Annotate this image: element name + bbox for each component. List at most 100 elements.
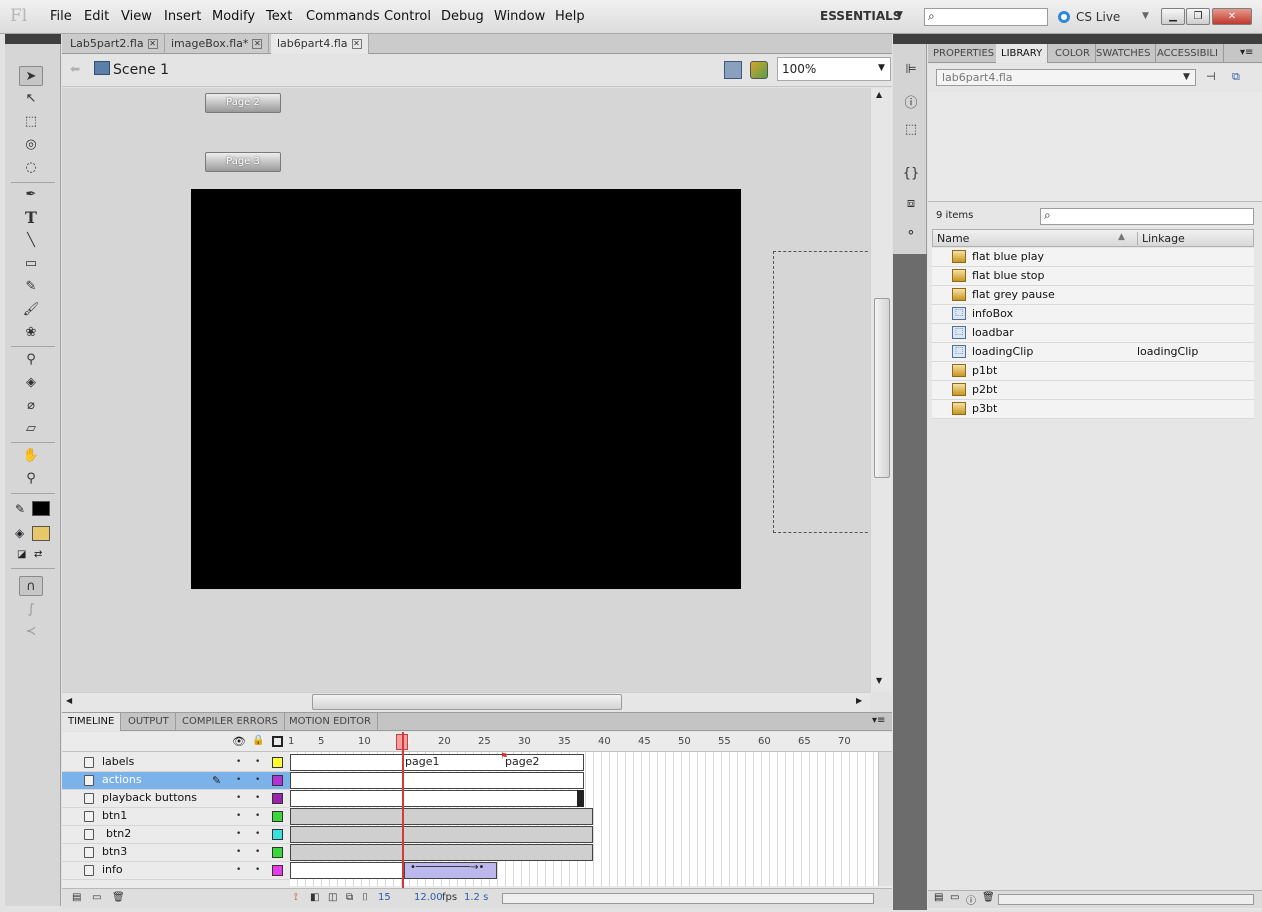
back-arrow-icon[interactable]: ⬅ <box>70 62 80 76</box>
menu-text[interactable]: Text <box>266 9 292 24</box>
outline-icon[interactable] <box>272 736 283 747</box>
tab-color[interactable]: COLOR <box>1050 44 1096 63</box>
layer-color-swatch[interactable] <box>272 865 283 876</box>
menu-control[interactable]: Control <box>384 9 431 24</box>
frame-span[interactable] <box>290 790 584 807</box>
fill-color-swatch[interactable] <box>32 526 50 541</box>
eyedropper-tool-icon[interactable]: ⌀ <box>19 396 43 416</box>
zoom-tool-icon[interactable]: ⚲ <box>19 469 43 489</box>
tab-output[interactable]: OUTPUT <box>122 713 176 731</box>
page2-button-instance[interactable]: Page 2 <box>205 93 281 113</box>
lock-dot[interactable]: • <box>255 847 260 857</box>
lock-dot[interactable]: • <box>255 757 260 767</box>
stage-horizontal-scrollbar[interactable]: ◀ ▶ <box>62 692 870 712</box>
frame-span[interactable] <box>290 844 593 861</box>
snap-to-objects-icon[interactable]: ∩ <box>19 576 43 596</box>
library-item[interactable]: ⬚ loadingClip loadingClip <box>932 343 1254 362</box>
doc-tab-lab6part4[interactable]: lab6part4.fla ✕ <box>271 34 369 54</box>
tab-accessibility[interactable]: ACCESSIBILI <box>1152 44 1224 63</box>
transform-icon[interactable]: ⬚ <box>902 122 920 140</box>
selection-tool-icon[interactable]: ➤ <box>19 66 43 86</box>
lock-dot[interactable]: • <box>255 829 260 839</box>
subselection-tool-icon[interactable]: ↖ <box>19 89 43 109</box>
tab-motion-editor[interactable]: MOTION EDITOR <box>283 713 378 731</box>
library-item[interactable]: flat blue stop <box>932 267 1254 286</box>
swap-colors-icon[interactable]: ⇄ <box>34 549 42 560</box>
layer-color-swatch[interactable] <box>272 811 283 822</box>
bone-tool-icon[interactable]: ⚲ <box>19 350 43 370</box>
chevron-down-icon[interactable]: ▼ <box>1142 11 1149 21</box>
cs-live-icon[interactable] <box>1058 11 1070 23</box>
menu-commands[interactable]: Commands <box>306 9 380 24</box>
scroll-right-icon[interactable]: ▶ <box>856 696 862 705</box>
chevron-down-icon[interactable]: ▼ <box>878 63 885 73</box>
frame-rate[interactable]: 12.00 <box>414 892 443 903</box>
stage[interactable] <box>191 189 741 589</box>
tab-properties[interactable]: PROPERTIES <box>928 44 1001 63</box>
menu-insert[interactable]: Insert <box>164 9 201 24</box>
tab-library[interactable]: LIBRARY <box>996 44 1049 63</box>
free-transform-tool-icon[interactable]: ⬚ <box>19 112 43 132</box>
doc-tab-imagebox[interactable]: imageBox.fla* ✕ <box>165 34 270 54</box>
pencil-tool-icon[interactable]: ✎ <box>19 277 43 297</box>
doc-tab-lab5part2[interactable]: Lab5part2.fla ✕ <box>64 34 165 54</box>
frame-span[interactable] <box>290 772 584 789</box>
pasteboard[interactable]: Page 2 Page 3 <box>62 88 873 692</box>
properties-icon[interactable]: ⓘ <box>966 892 976 907</box>
line-tool-icon[interactable]: ╲ <box>19 231 43 251</box>
workspace-switcher[interactable]: ESSENTIALS <box>820 9 901 23</box>
menu-window[interactable]: Window <box>494 9 545 24</box>
timeline-scrollbar[interactable] <box>878 752 892 886</box>
text-tool-icon[interactable]: T <box>19 208 43 228</box>
frame-span[interactable] <box>290 808 593 825</box>
zoom-select[interactable]: 100% ▼ <box>777 57 891 81</box>
layer-color-swatch[interactable] <box>272 775 283 786</box>
column-linkage[interactable]: Linkage <box>1137 232 1185 245</box>
edit-scene-icon[interactable] <box>724 61 742 79</box>
menu-file[interactable]: File <box>50 9 72 24</box>
layer-color-swatch[interactable] <box>272 829 283 840</box>
library-search-input[interactable]: ⌕ <box>1040 208 1254 225</box>
eye-icon[interactable]: 👁 <box>232 735 246 748</box>
frame-span[interactable] <box>290 862 404 879</box>
deco-tool-icon[interactable]: ❀ <box>19 323 43 343</box>
maximize-button[interactable]: ❐ <box>1186 8 1210 25</box>
visibility-dot[interactable]: • <box>236 793 241 803</box>
black-white-icon[interactable]: ◪ <box>17 549 26 560</box>
paint-bucket-tool-icon[interactable]: ◈ <box>19 373 43 393</box>
minimize-button[interactable]: ▁ <box>1161 8 1185 25</box>
visibility-dot[interactable]: • <box>236 811 241 821</box>
scroll-thumb[interactable] <box>312 694 622 710</box>
scene-label[interactable]: Scene 1 <box>113 62 169 78</box>
lock-icon[interactable]: 🔒 <box>252 735 264 746</box>
new-folder-icon[interactable]: ▭ <box>92 892 101 903</box>
visibility-dot[interactable]: • <box>236 757 241 767</box>
brush-tool-icon[interactable]: 🖌 <box>19 300 43 320</box>
menu-help[interactable]: Help <box>555 9 585 24</box>
scroll-up-icon[interactable]: ▲ <box>876 90 882 99</box>
panel-menu-icon[interactable]: ▾≡ <box>1240 47 1253 58</box>
layer-color-swatch[interactable] <box>272 793 283 804</box>
playhead[interactable] <box>402 732 404 892</box>
layer-row-playback-buttons[interactable]: playback buttons • • <box>62 790 290 808</box>
edit-multiple-frames-icon[interactable]: ⧉ <box>346 892 353 903</box>
library-item[interactable]: p2bt <box>932 381 1254 400</box>
menu-debug[interactable]: Debug <box>441 9 484 24</box>
new-layer-icon[interactable]: ▤ <box>72 892 81 903</box>
hand-tool-icon[interactable]: ✋ <box>19 446 43 466</box>
panel-menu-icon[interactable]: ▾≡ <box>872 715 885 726</box>
delete-icon[interactable]: 🗑 <box>112 892 125 903</box>
lasso-tool-icon[interactable]: ◌ <box>19 158 43 178</box>
library-item[interactable]: flat blue play <box>932 248 1254 267</box>
visibility-dot[interactable]: • <box>236 865 241 875</box>
close-icon[interactable]: ✕ <box>147 39 158 49</box>
scroll-down-icon[interactable]: ▼ <box>876 676 882 685</box>
scroll-left-icon[interactable]: ◀ <box>66 696 72 705</box>
straighten-icon[interactable]: ≺ <box>19 622 43 642</box>
tab-swatches[interactable]: SWATCHES <box>1091 44 1157 63</box>
layer-color-swatch[interactable] <box>272 847 283 858</box>
dock-collapse-strip[interactable] <box>893 34 1262 44</box>
tools-collapse-strip[interactable] <box>5 34 61 44</box>
lock-dot[interactable]: • <box>255 775 260 785</box>
column-name[interactable]: Name <box>937 232 969 245</box>
